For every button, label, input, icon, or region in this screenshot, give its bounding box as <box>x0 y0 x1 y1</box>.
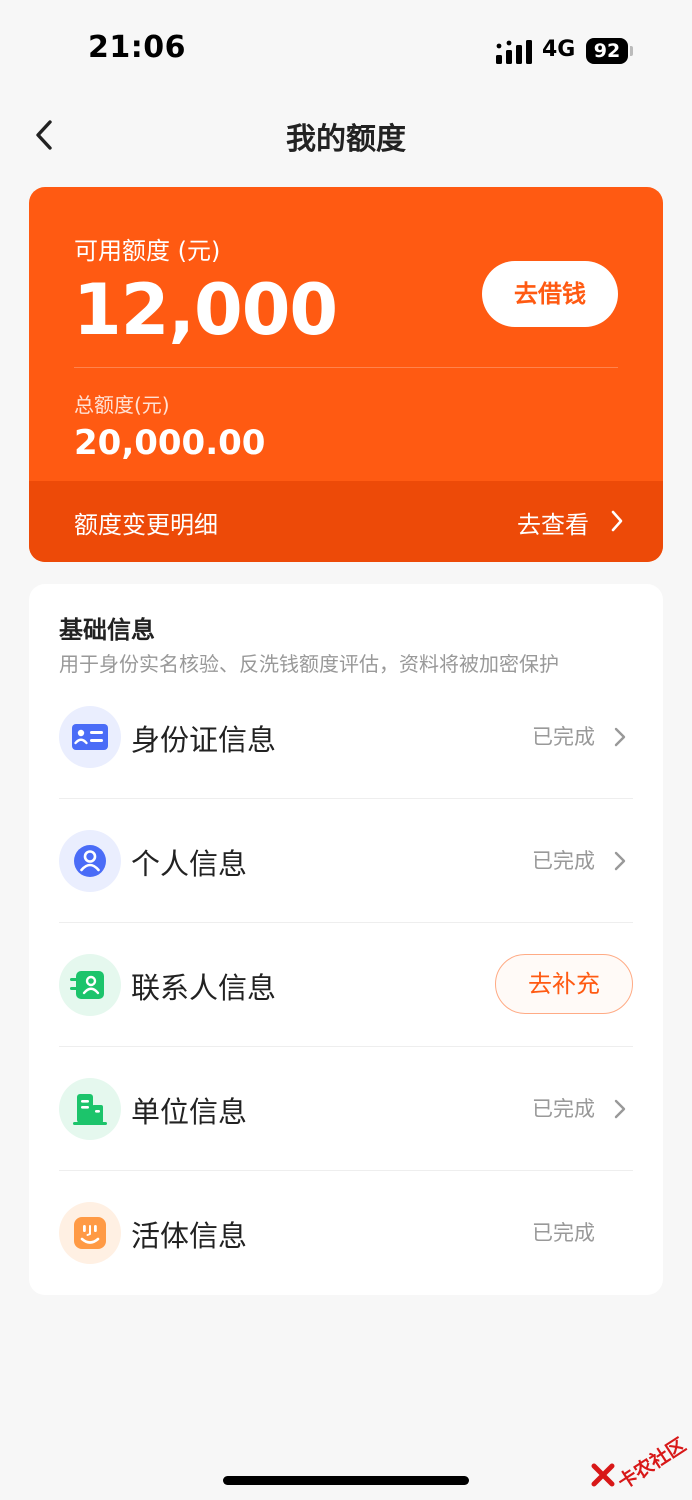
page-title: 我的额度 <box>286 122 406 157</box>
personal-info-label: 个人信息 <box>131 847 248 881</box>
id-card-label: 身份证信息 <box>131 723 277 757</box>
nav-bar: 我的额度 <box>0 100 692 170</box>
credit-card: 可用额度 (元) 12,000 去借钱 总额度(元) 20,000.00 额度变… <box>29 187 663 562</box>
card-divider <box>74 367 618 368</box>
chevron-right-icon <box>614 727 626 747</box>
employer-info-status: 已完成 <box>532 1097 595 1121</box>
info-row-employer[interactable]: 单位信息 已完成 <box>59 1047 633 1171</box>
view-detail-label: 去查看 <box>517 511 589 539</box>
personal-info-status: 已完成 <box>532 849 595 873</box>
available-credit-amount: 12,000 <box>73 269 338 351</box>
info-row-contacts[interactable]: 联系人信息 去补充 <box>59 923 633 1047</box>
info-row-id-card[interactable]: 身份证信息 已完成 <box>59 675 633 799</box>
watermark-text: 卡农社区 <box>614 1433 690 1494</box>
contact-icon <box>59 954 121 1016</box>
info-row-liveness[interactable]: 活体信息 已完成 <box>59 1171 633 1295</box>
credit-change-detail-label: 额度变更明细 <box>74 511 218 539</box>
chevron-right-icon <box>611 510 623 532</box>
basic-info-card: 基础信息 用于身份实名核验、反洗钱额度评估，资料将被加密保护 身份证信息 已完成 <box>29 584 663 1295</box>
signal-icon <box>496 40 532 64</box>
supplement-button[interactable]: 去补充 <box>495 954 633 1014</box>
id-card-status: 已完成 <box>532 725 595 749</box>
face-icon <box>59 1202 121 1264</box>
battery-tip <box>630 46 633 56</box>
chevron-right-icon <box>614 851 626 871</box>
watermark: 卡农社区 <box>588 1418 690 1494</box>
view-detail-link[interactable]: 去查看 <box>517 505 613 540</box>
person-icon <box>59 830 121 892</box>
id-card-icon <box>59 706 121 768</box>
battery-icon: 92 <box>586 38 628 64</box>
chevron-right-icon <box>614 1099 626 1119</box>
liveness-info-status: 已完成 <box>532 1221 595 1245</box>
section-title: 基础信息 <box>59 616 155 644</box>
credit-change-detail-row[interactable]: 额度变更明细 去查看 <box>29 481 663 562</box>
borrow-button[interactable]: 去借钱 <box>482 261 618 327</box>
contacts-label: 联系人信息 <box>131 971 277 1005</box>
available-credit-label: 可用额度 (元) <box>74 237 221 265</box>
total-credit-label: 总额度(元) <box>74 393 170 417</box>
info-row-personal[interactable]: 个人信息 已完成 <box>59 799 633 923</box>
watermark-logo-icon <box>591 1463 615 1487</box>
section-subtitle: 用于身份实名核验、反洗钱额度评估，资料将被加密保护 <box>59 652 559 676</box>
employer-info-label: 单位信息 <box>131 1095 248 1129</box>
home-indicator <box>223 1476 469 1485</box>
building-icon <box>59 1078 121 1140</box>
total-credit-amount: 20,000.00 <box>74 423 266 463</box>
status-time: 21:06 <box>88 30 186 65</box>
liveness-info-label: 活体信息 <box>131 1219 248 1253</box>
status-bar: 21:06 4G 92 <box>0 0 692 100</box>
network-type: 4G <box>542 37 576 62</box>
